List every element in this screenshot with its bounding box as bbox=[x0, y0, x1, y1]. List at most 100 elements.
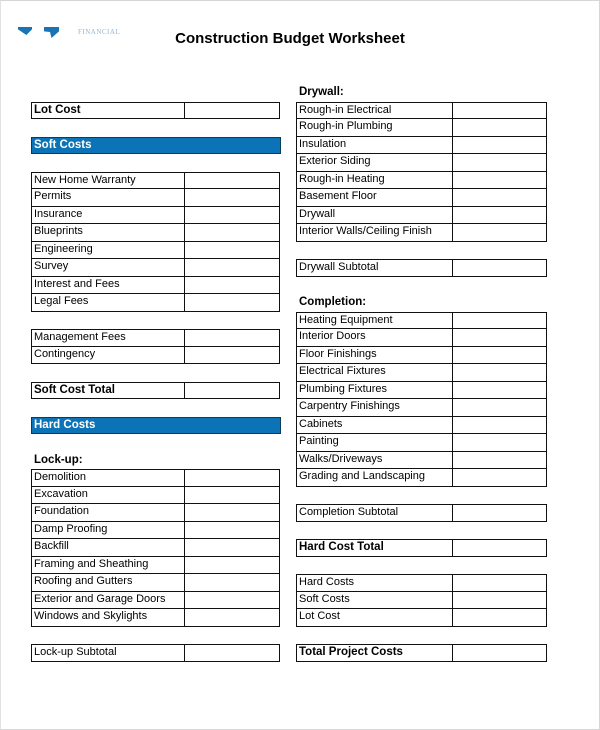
row-label: Soft Costs bbox=[296, 591, 453, 609]
page-title-text: Construction Budget Worksheet bbox=[175, 30, 405, 47]
amount-cell[interactable] bbox=[184, 574, 280, 592]
row-label: Exterior and Garage Doors bbox=[31, 591, 185, 609]
row-interior-doors: Interior Doors bbox=[296, 329, 547, 347]
row-label: Backfill bbox=[31, 539, 185, 557]
amount-cell[interactable] bbox=[184, 224, 280, 242]
row-label: Exterior Siding bbox=[296, 154, 453, 172]
amount-cell[interactable] bbox=[184, 486, 280, 504]
row-label: Interest and Fees bbox=[31, 276, 185, 294]
amount-cell[interactable] bbox=[452, 591, 547, 609]
amount-cell[interactable] bbox=[452, 346, 547, 364]
amount-cell[interactable] bbox=[452, 644, 547, 662]
row-basement-floor: Basement Floor bbox=[296, 189, 547, 207]
row-label: Damp Proofing bbox=[31, 521, 185, 539]
amount-cell[interactable] bbox=[452, 539, 547, 557]
amount-cell[interactable] bbox=[452, 434, 547, 452]
amount-cell[interactable] bbox=[452, 451, 547, 469]
row-label: Blueprints bbox=[31, 224, 185, 242]
row-survey: Survey bbox=[31, 259, 280, 277]
row-contingency: Contingency bbox=[31, 346, 280, 364]
amount-cell[interactable] bbox=[452, 119, 547, 137]
row-label: Interior Doors bbox=[296, 329, 453, 347]
amount-cell[interactable] bbox=[184, 189, 280, 207]
amount-cell[interactable] bbox=[184, 381, 280, 399]
amount-cell[interactable] bbox=[184, 609, 280, 627]
row-rough-in-electrical: Rough-in Electrical bbox=[296, 101, 547, 119]
amount-cell[interactable] bbox=[184, 591, 280, 609]
amount-cell[interactable] bbox=[452, 136, 547, 154]
row-label: Soft Cost Total bbox=[31, 381, 185, 399]
row-label: Painting bbox=[296, 434, 453, 452]
amount-cell[interactable] bbox=[184, 539, 280, 557]
amount-cell[interactable] bbox=[452, 416, 547, 434]
soft-cost-total-row: Soft Cost Total bbox=[31, 381, 280, 399]
row-rough-in-heating: Rough-in Heating bbox=[296, 171, 547, 189]
amount-cell[interactable] bbox=[452, 609, 547, 627]
amount-cell[interactable] bbox=[184, 469, 280, 487]
row-label: Management Fees bbox=[31, 329, 185, 347]
row-label: Rough-in Heating bbox=[296, 171, 453, 189]
amount-cell[interactable] bbox=[184, 206, 280, 224]
amount-cell[interactable] bbox=[452, 311, 547, 329]
amount-cell[interactable] bbox=[452, 364, 547, 382]
amount-cell[interactable] bbox=[452, 469, 547, 487]
row-label: Plumbing Fixtures bbox=[296, 381, 453, 399]
row-label: Permits bbox=[31, 189, 185, 207]
amount-cell[interactable] bbox=[452, 171, 547, 189]
amount-cell[interactable] bbox=[452, 101, 547, 119]
row-label: Cabinets bbox=[296, 416, 453, 434]
amount-cell[interactable] bbox=[452, 206, 547, 224]
amount-cell[interactable] bbox=[184, 329, 280, 347]
row-label: Lot Cost bbox=[31, 101, 185, 119]
amount-cell[interactable] bbox=[452, 399, 547, 417]
amount-cell[interactable] bbox=[184, 556, 280, 574]
row-roofing-and-gutters: Roofing and Gutters bbox=[31, 574, 280, 592]
lot-cost-row: Lot Cost bbox=[31, 101, 280, 119]
completion-subtotal-row: Completion Subtotal bbox=[296, 504, 547, 522]
amount-cell[interactable] bbox=[184, 294, 280, 312]
row-label: Heating Equipment bbox=[296, 311, 453, 329]
row-new-home-warranty: New Home Warranty bbox=[31, 171, 280, 189]
row-electrical-fixtures: Electrical Fixtures bbox=[296, 364, 547, 382]
page-title: Construction Budget Worksheet bbox=[0, 30, 580, 47]
row-lot-cost: Lot Cost bbox=[296, 609, 547, 627]
row-exterior-and-garage-doors: Exterior and Garage Doors bbox=[31, 591, 280, 609]
amount-cell[interactable] bbox=[452, 381, 547, 399]
amount-cell[interactable] bbox=[452, 189, 547, 207]
amount-cell[interactable] bbox=[452, 574, 547, 592]
row-label: Hard Cost Total bbox=[296, 539, 453, 557]
row-exterior-siding: Exterior Siding bbox=[296, 154, 547, 172]
row-foundation: Foundation bbox=[31, 504, 280, 522]
lockup-heading: Lock-up: bbox=[34, 453, 83, 466]
row-windows-and-skylights: Windows and Skylights bbox=[31, 609, 280, 627]
amount-cell[interactable] bbox=[184, 101, 280, 119]
amount-cell[interactable] bbox=[452, 329, 547, 347]
amount-cell[interactable] bbox=[184, 241, 280, 259]
completion-heading: Completion: bbox=[299, 296, 367, 308]
amount-cell[interactable] bbox=[184, 504, 280, 522]
row-interest-and-fees: Interest and Fees bbox=[31, 276, 280, 294]
amount-cell[interactable] bbox=[184, 171, 280, 189]
row-permits: Permits bbox=[31, 189, 280, 207]
row-label: Survey bbox=[31, 259, 185, 277]
amount-cell[interactable] bbox=[184, 521, 280, 539]
amount-cell[interactable] bbox=[184, 259, 280, 277]
amount-cell[interactable] bbox=[184, 276, 280, 294]
amount-cell[interactable] bbox=[184, 346, 280, 364]
row-label: Roofing and Gutters bbox=[31, 574, 185, 592]
amount-cell[interactable] bbox=[452, 504, 547, 522]
row-label: Rough-in Plumbing bbox=[296, 119, 453, 137]
row-label: New Home Warranty bbox=[31, 171, 185, 189]
row-label: Framing and Sheathing bbox=[31, 556, 185, 574]
hard-costs-section-header: Hard Costs bbox=[31, 416, 281, 434]
amount-cell[interactable] bbox=[452, 259, 547, 277]
amount-cell[interactable] bbox=[452, 154, 547, 172]
amount-cell[interactable] bbox=[184, 644, 280, 662]
row-plumbing-fixtures: Plumbing Fixtures bbox=[296, 381, 547, 399]
row-management-fees: Management Fees bbox=[31, 329, 280, 347]
row-label: Basement Floor bbox=[296, 189, 453, 207]
amount-cell[interactable] bbox=[452, 224, 547, 242]
row-label: Total Project Costs bbox=[296, 644, 453, 662]
row-engineering: Engineering bbox=[31, 241, 280, 259]
row-grading-and-landscaping: Grading and Landscaping bbox=[296, 469, 547, 487]
